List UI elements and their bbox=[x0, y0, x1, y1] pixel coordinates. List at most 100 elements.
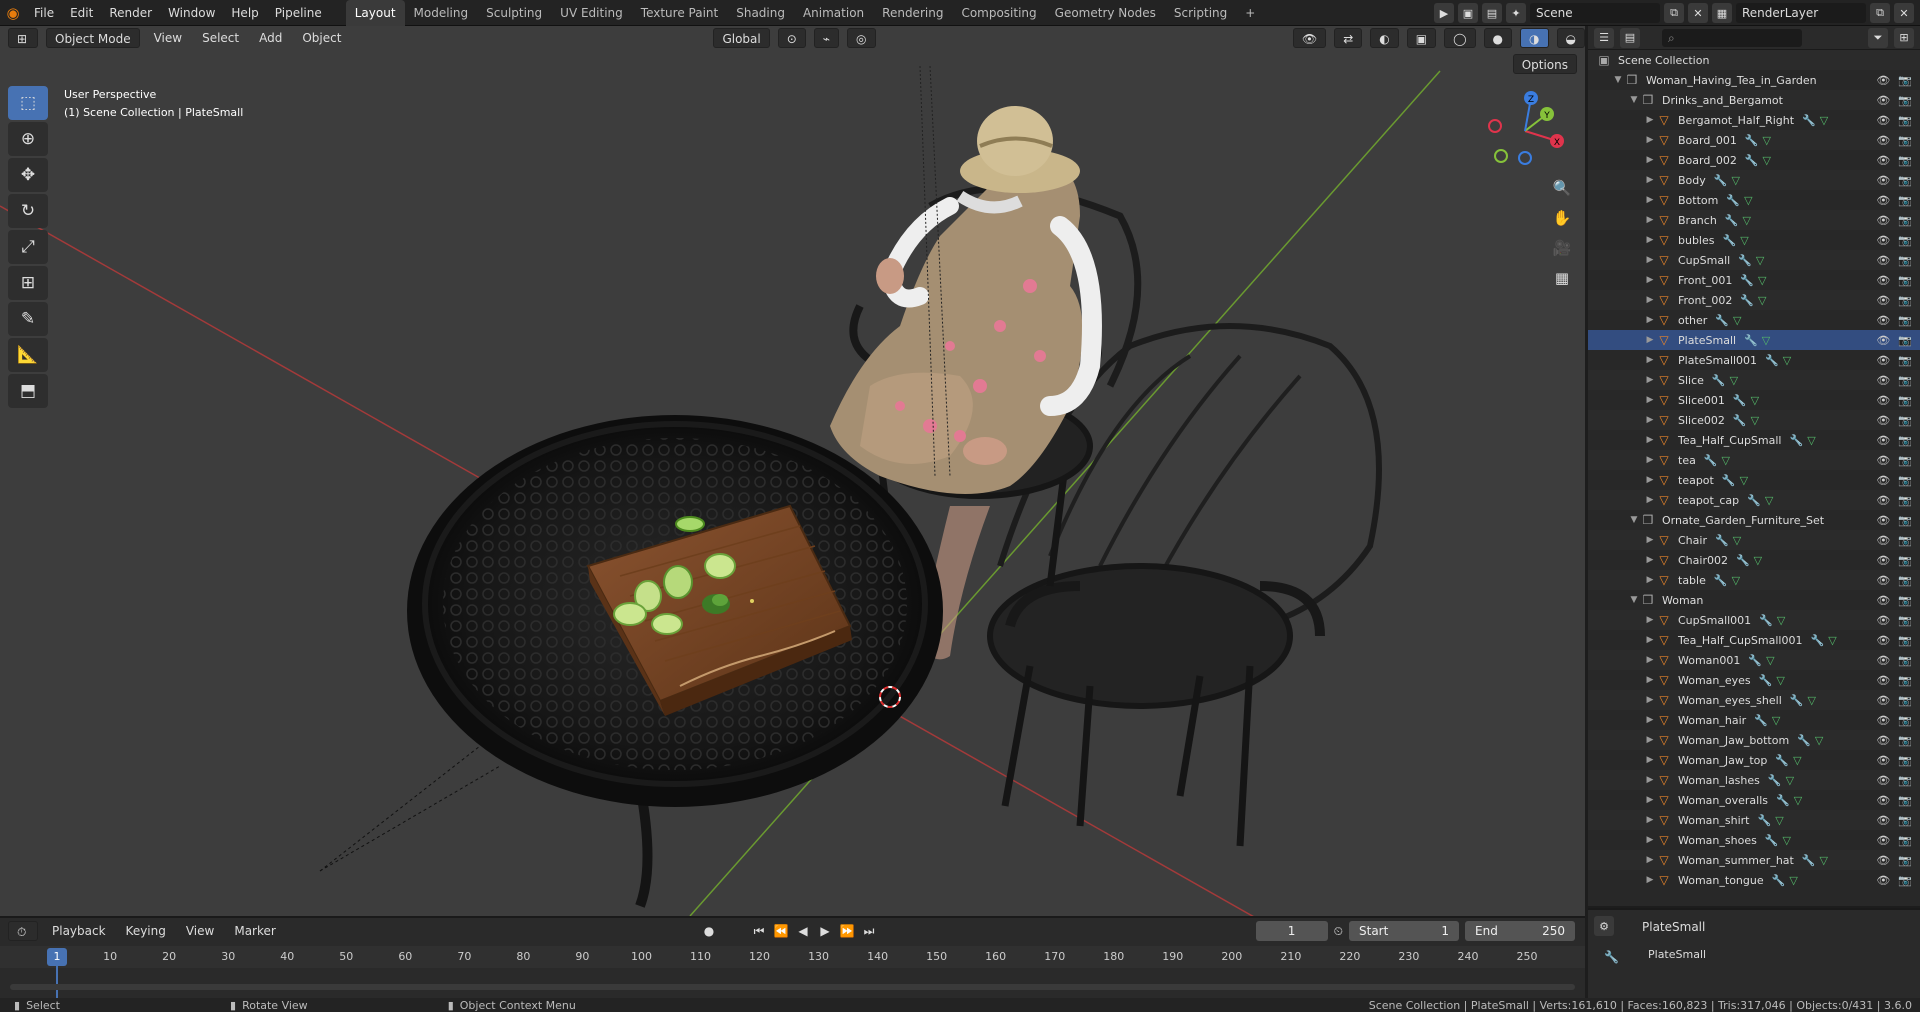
next-key-icon[interactable]: ⏩ bbox=[838, 922, 856, 940]
modifier-icon[interactable]: 🔧 bbox=[1725, 214, 1739, 227]
visibility-eye-icon[interactable]: 👁 bbox=[1876, 94, 1890, 107]
shading-solid-icon[interactable]: ● bbox=[1483, 28, 1513, 48]
mesh-data-icon[interactable]: ▽ bbox=[1815, 734, 1823, 747]
modifier-icon[interactable]: 🔧 bbox=[1747, 494, 1761, 507]
visibility-eye-icon[interactable]: 👁 bbox=[1876, 814, 1890, 827]
visibility-eye-icon[interactable]: 👁 bbox=[1876, 594, 1890, 607]
outliner-object-row[interactable]: ▶ ▽ Slice 🔧 ▽ 👁 📷 bbox=[1588, 370, 1920, 390]
expand-right-icon[interactable]: ▶ bbox=[1644, 775, 1656, 785]
expand-right-icon[interactable]: ▶ bbox=[1644, 815, 1656, 825]
visibility-eye-icon[interactable]: 👁 bbox=[1876, 574, 1890, 587]
new-scene-icon[interactable]: ⧉ bbox=[1664, 3, 1684, 23]
modifier-icon[interactable]: 🔧 bbox=[1765, 354, 1779, 367]
expand-right-icon[interactable]: ▶ bbox=[1644, 195, 1656, 205]
modifier-icon[interactable]: 🔧 bbox=[1736, 554, 1750, 567]
menu-view[interactable]: View bbox=[148, 31, 188, 45]
expand-right-icon[interactable]: ▶ bbox=[1644, 135, 1656, 145]
expand-right-icon[interactable]: ▶ bbox=[1644, 295, 1656, 305]
modifier-icon[interactable]: 🔧 bbox=[1740, 274, 1754, 287]
visibility-eye-icon[interactable]: 👁 bbox=[1876, 154, 1890, 167]
modifier-icon[interactable]: 🔧 bbox=[1745, 154, 1759, 167]
outliner-object-row[interactable]: ▶ ▽ Woman_eyes_shell 🔧 ▽ 👁 📷 bbox=[1588, 690, 1920, 710]
render-camera-icon[interactable]: 📷 bbox=[1898, 114, 1912, 127]
modifier-icon[interactable]: 🔧 bbox=[1712, 374, 1726, 387]
render-camera-icon[interactable]: 📷 bbox=[1898, 494, 1912, 507]
expand-right-icon[interactable]: ▶ bbox=[1644, 455, 1656, 465]
expand-right-icon[interactable]: ▶ bbox=[1644, 335, 1656, 345]
mesh-data-icon[interactable]: ▽ bbox=[1756, 254, 1764, 267]
visibility-eye-icon[interactable]: 👁 bbox=[1876, 654, 1890, 667]
play-icon[interactable]: ▶ bbox=[816, 922, 834, 940]
expand-right-icon[interactable]: ▶ bbox=[1644, 395, 1656, 405]
timeline-editor-icon[interactable]: ⏱ bbox=[8, 921, 38, 941]
prev-key-icon[interactable]: ⏪ bbox=[772, 922, 790, 940]
modifier-icon[interactable]: 🔧 bbox=[1790, 694, 1804, 707]
render-camera-icon[interactable]: 📷 bbox=[1898, 274, 1912, 287]
visibility-icon[interactable]: 👁 bbox=[1292, 28, 1327, 48]
expand-right-icon[interactable]: ▶ bbox=[1644, 835, 1656, 845]
outliner-search-input[interactable]: ⌕ bbox=[1662, 28, 1802, 47]
menu-playback[interactable]: Playback bbox=[46, 924, 112, 938]
mesh-data-icon[interactable]: ▽ bbox=[1722, 454, 1730, 467]
outliner-object-row[interactable]: ▶ ▽ PlateSmall 🔧 ▽ 👁 📷 bbox=[1588, 330, 1920, 350]
outliner-object-row[interactable]: ▶ ▽ Woman_tongue 🔧 ▽ 👁 📷 bbox=[1588, 870, 1920, 890]
outliner-collection-row[interactable]: ▼ ❒ Ornate_Garden_Furniture_Set 👁 📷 bbox=[1588, 510, 1920, 530]
render-image-icon[interactable]: ▣ bbox=[1458, 3, 1478, 23]
mesh-data-icon[interactable]: ▽ bbox=[1754, 554, 1762, 567]
modifier-icon[interactable]: 🔧 bbox=[1802, 854, 1816, 867]
expand-right-icon[interactable]: ▶ bbox=[1644, 235, 1656, 245]
mesh-data-icon[interactable]: ▽ bbox=[1794, 794, 1802, 807]
record-icon[interactable]: ● bbox=[700, 922, 718, 940]
visibility-eye-icon[interactable]: 👁 bbox=[1876, 394, 1890, 407]
visibility-eye-icon[interactable]: 👁 bbox=[1876, 634, 1890, 647]
3d-viewport[interactable]: ⊞ Object Mode View Select Add Object Glo… bbox=[0, 26, 1585, 916]
mesh-data-icon[interactable]: ▽ bbox=[1820, 854, 1828, 867]
menu-window[interactable]: Window bbox=[160, 0, 223, 26]
new-collection-icon[interactable]: ⊞ bbox=[1894, 27, 1914, 48]
visibility-eye-icon[interactable]: 👁 bbox=[1876, 514, 1890, 527]
view-layer-icon[interactable]: ▦ bbox=[1712, 3, 1732, 23]
add-workspace-button[interactable]: + bbox=[1236, 0, 1264, 26]
render-camera-icon[interactable]: 📷 bbox=[1898, 474, 1912, 487]
render-play-icon[interactable]: ▶ bbox=[1434, 3, 1454, 23]
modifier-icon[interactable]: 🔧 bbox=[1714, 174, 1728, 187]
properties-sub-name[interactable]: PlateSmall bbox=[1588, 934, 1920, 961]
render-camera-icon[interactable]: 📷 bbox=[1898, 334, 1912, 347]
outliner-collection-row[interactable]: ▼ ❒ Drinks_and_Bergamot 👁 📷 bbox=[1588, 90, 1920, 110]
cursor-icon[interactable]: ⊕ bbox=[8, 122, 48, 156]
outliner-object-row[interactable]: ▶ ▽ tea 🔧 ▽ 👁 📷 bbox=[1588, 450, 1920, 470]
tab-geometry-nodes[interactable]: Geometry Nodes bbox=[1046, 0, 1165, 26]
mesh-data-icon[interactable]: ▽ bbox=[1763, 134, 1771, 147]
mesh-data-icon[interactable]: ▽ bbox=[1740, 234, 1748, 247]
editor-type-icon[interactable]: ⊞ bbox=[8, 28, 38, 48]
visibility-eye-icon[interactable]: 👁 bbox=[1876, 674, 1890, 687]
mesh-data-icon[interactable]: ▽ bbox=[1828, 634, 1836, 647]
expand-right-icon[interactable]: ▶ bbox=[1644, 275, 1656, 285]
expand-right-icon[interactable]: ▶ bbox=[1644, 375, 1656, 385]
modifier-icon[interactable]: 🔧 bbox=[1745, 134, 1759, 147]
render-camera-icon[interactable]: 📷 bbox=[1898, 214, 1912, 227]
render-camera-icon[interactable]: 📷 bbox=[1898, 174, 1912, 187]
end-frame-field[interactable]: End 250 bbox=[1465, 921, 1575, 941]
modifier-icon[interactable]: 🔧 bbox=[1733, 414, 1747, 427]
visibility-eye-icon[interactable]: 👁 bbox=[1876, 774, 1890, 787]
render-camera-icon[interactable]: 📷 bbox=[1898, 614, 1912, 627]
scale-icon[interactable]: ⤢ bbox=[8, 230, 48, 264]
outliner-object-row[interactable]: ▶ ▽ Slice001 🔧 ▽ 👁 📷 bbox=[1588, 390, 1920, 410]
shading-material-icon[interactable]: ◑ bbox=[1520, 28, 1549, 48]
mesh-data-icon[interactable]: ▽ bbox=[1751, 414, 1759, 427]
render-camera-icon[interactable]: 📷 bbox=[1898, 154, 1912, 167]
modifier-icon[interactable]: 🔧 bbox=[1765, 834, 1779, 847]
outliner-object-row[interactable]: ▶ ▽ Branch 🔧 ▽ 👁 📷 bbox=[1588, 210, 1920, 230]
outliner-object-row[interactable]: ▶ ▽ Board_001 🔧 ▽ 👁 📷 bbox=[1588, 130, 1920, 150]
scene-icon[interactable]: ✦ bbox=[1506, 3, 1526, 23]
tab-sculpting[interactable]: Sculpting bbox=[477, 0, 551, 26]
play-reverse-icon[interactable]: ◀ bbox=[794, 922, 812, 940]
visibility-eye-icon[interactable]: 👁 bbox=[1876, 714, 1890, 727]
visibility-eye-icon[interactable]: 👁 bbox=[1876, 754, 1890, 767]
outliner-object-row[interactable]: ▶ ▽ Board_002 🔧 ▽ 👁 📷 bbox=[1588, 150, 1920, 170]
visibility-eye-icon[interactable]: 👁 bbox=[1876, 314, 1890, 327]
annotate-icon[interactable]: ✎ bbox=[8, 302, 48, 336]
render-camera-icon[interactable]: 📷 bbox=[1898, 734, 1912, 747]
visibility-eye-icon[interactable]: 👁 bbox=[1876, 214, 1890, 227]
